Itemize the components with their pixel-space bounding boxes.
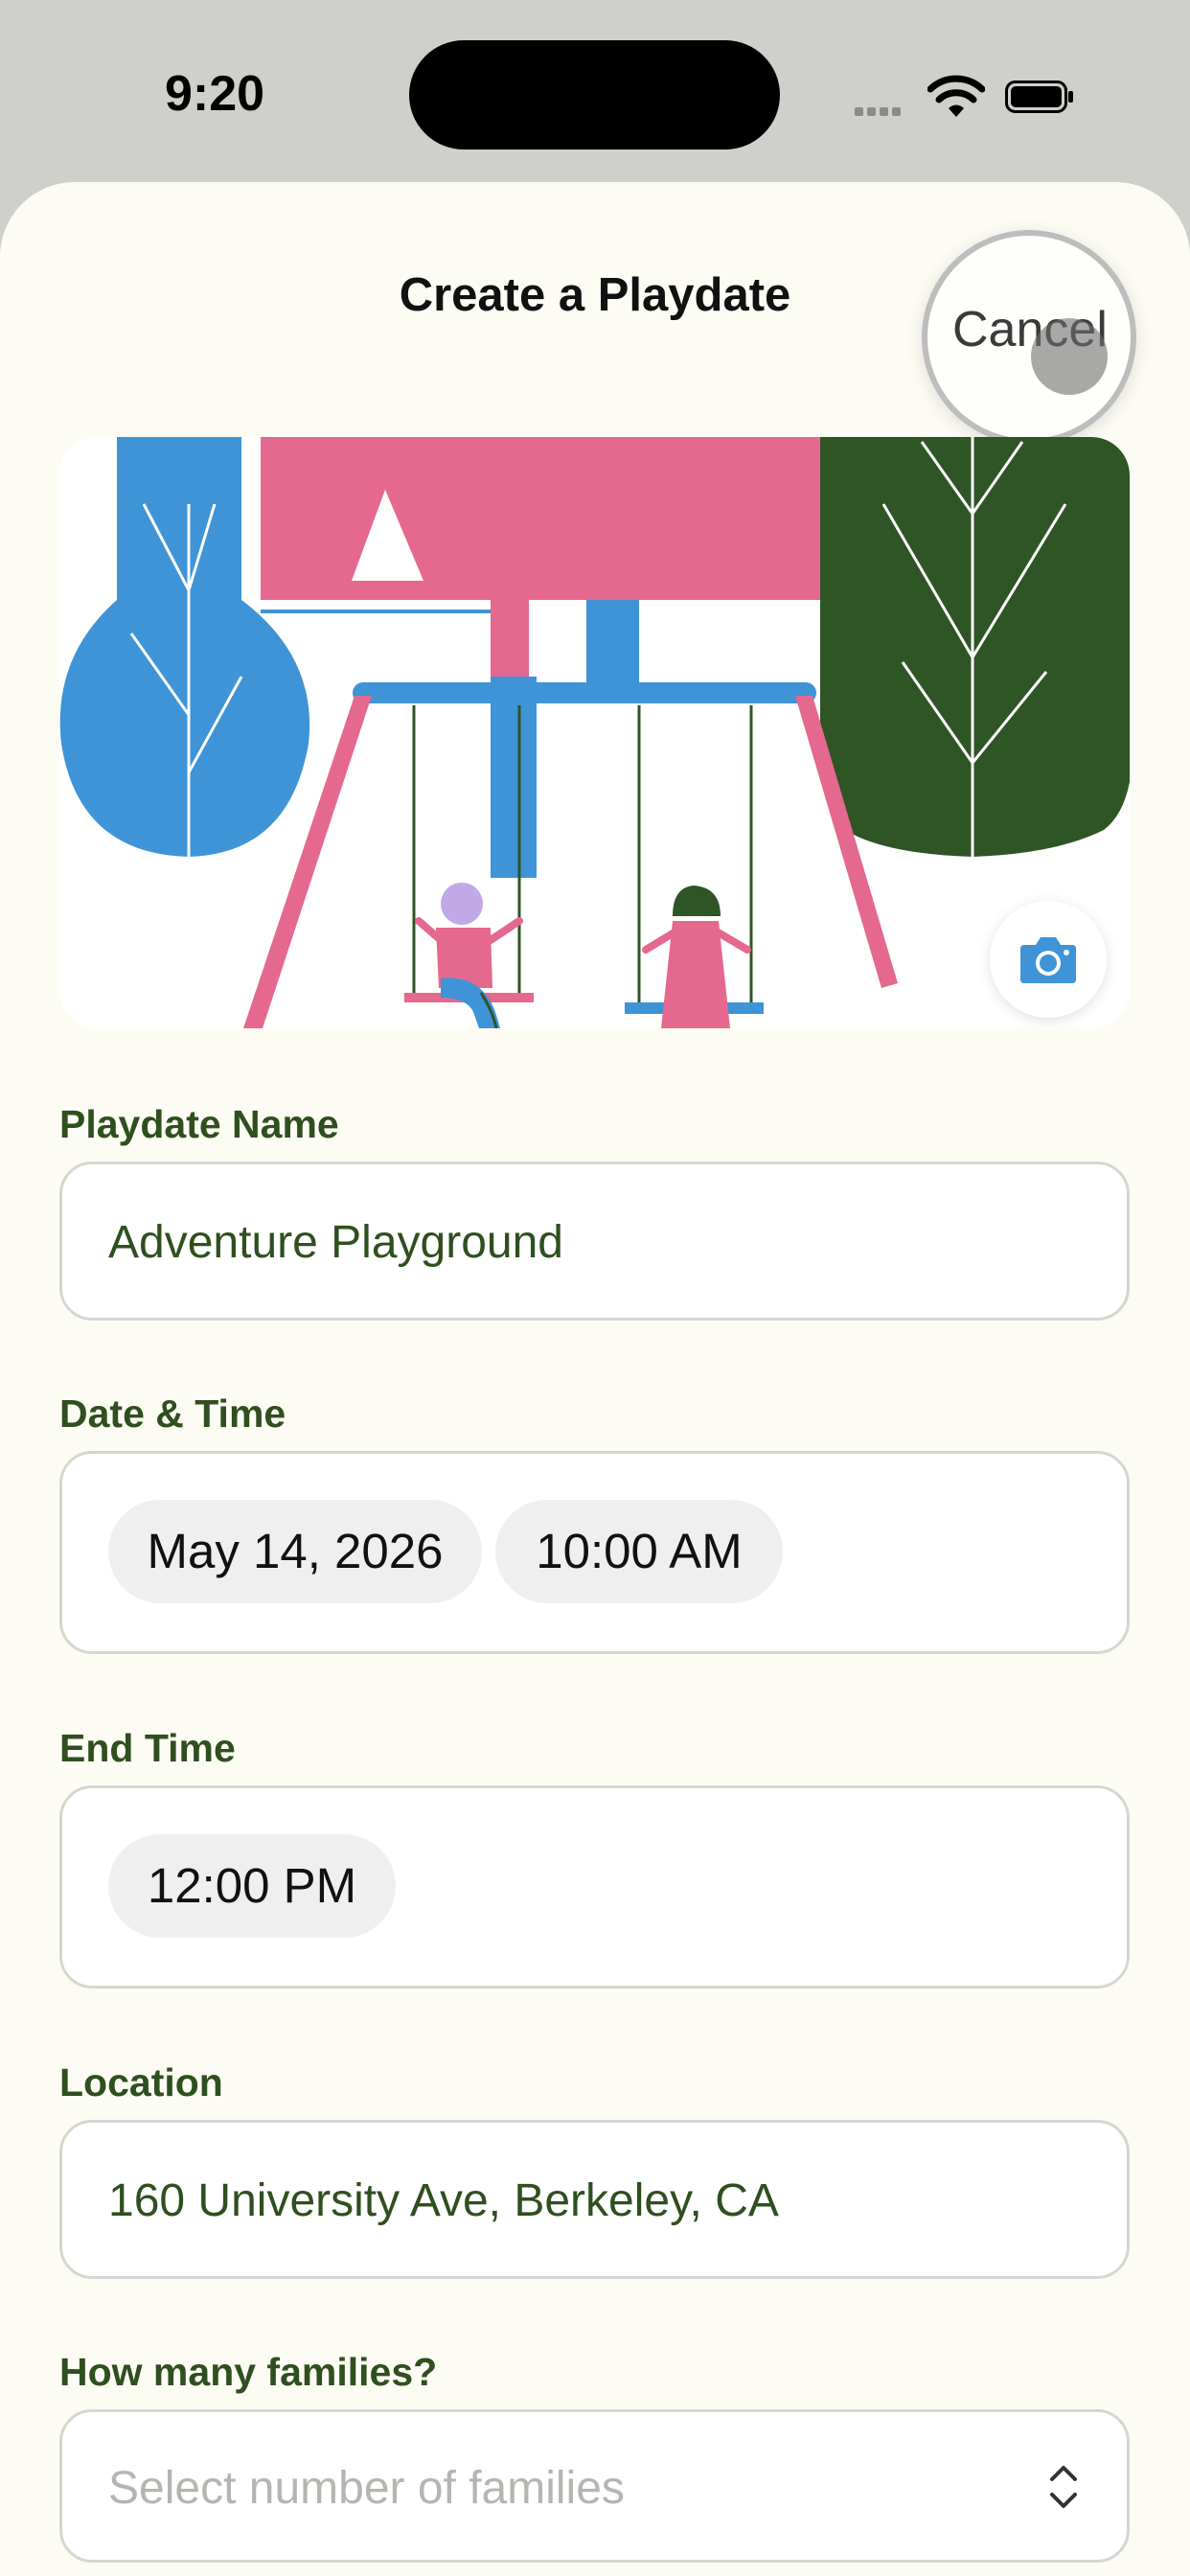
location-label: Location xyxy=(59,2060,223,2104)
location-value: 160 University Ave, Berkeley, CA xyxy=(108,2175,779,2226)
end-time-picker-button[interactable]: 12:00 PM xyxy=(108,1834,396,1938)
change-photo-button[interactable] xyxy=(990,901,1107,1018)
wifi-icon xyxy=(927,75,985,117)
playdate-name-value: Adventure Playground xyxy=(108,1217,563,1268)
status-bar: 9:20 xyxy=(0,0,1190,182)
location-field[interactable]: 160 University Ave, Berkeley, CA xyxy=(59,2120,1130,2279)
playdate-name-label: Playdate Name xyxy=(59,1102,339,1146)
dynamic-island xyxy=(409,40,780,150)
date-time-field: May 14, 2026 10:00 AM xyxy=(59,1451,1130,1654)
playdate-cover-image xyxy=(59,437,1130,1028)
chevron-up-down-icon xyxy=(1050,2466,1077,2508)
start-time-picker-button[interactable]: 10:00 AM xyxy=(495,1500,783,1603)
end-time-field: 12:00 PM xyxy=(59,1785,1130,1989)
create-playdate-sheet: Create a Playdate Cancel Playdate Name A… xyxy=(0,182,1190,2576)
playdate-name-field[interactable]: Adventure Playground xyxy=(59,1162,1130,1321)
end-time-label: End Time xyxy=(59,1726,236,1770)
families-placeholder: Select number of families xyxy=(108,2463,625,2514)
cellular-signal-icon xyxy=(855,104,904,121)
families-select[interactable]: Select number of families xyxy=(59,2409,1130,2563)
camera-icon xyxy=(1020,937,1076,983)
families-label: How many families? xyxy=(59,2350,438,2394)
playground-illustration xyxy=(59,437,1130,1028)
date-picker-button[interactable]: May 14, 2026 xyxy=(108,1500,482,1603)
status-time: 9:20 xyxy=(165,66,265,122)
battery-icon xyxy=(1005,80,1073,113)
cancel-button[interactable]: Cancel xyxy=(922,230,1136,445)
touch-indicator xyxy=(1031,318,1108,395)
date-time-label: Date & Time xyxy=(59,1392,286,1436)
